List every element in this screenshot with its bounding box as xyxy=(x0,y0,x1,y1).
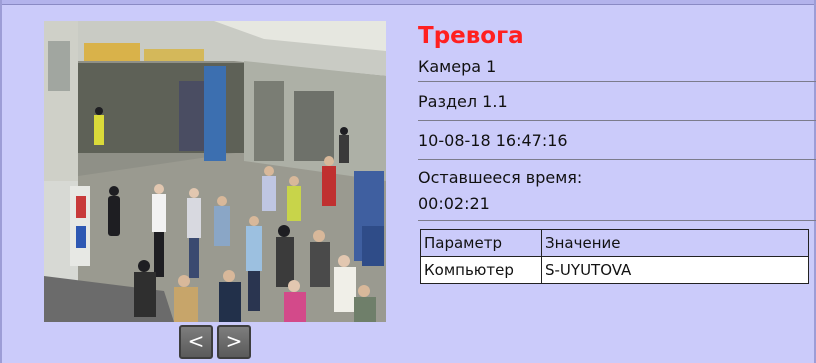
param-value-cell: S-UYUTOVA xyxy=(541,256,809,284)
parameters-table: Параметр Значение Компьютер S-UYUTOVA xyxy=(420,229,809,284)
separator xyxy=(418,159,816,160)
alarm-panel: < > Тревога Камера 1 Раздел 1.1 10-08-18… xyxy=(0,0,816,363)
previous-button[interactable]: < xyxy=(179,325,213,359)
chevron-right-icon: > xyxy=(225,329,243,353)
column-header-parameter: Параметр xyxy=(420,229,542,257)
separator xyxy=(418,81,816,82)
section-name: Раздел 1.1 xyxy=(418,92,508,111)
alarm-title: Тревога xyxy=(418,23,524,49)
separator xyxy=(418,220,816,221)
alarm-timestamp: 10-08-18 16:47:16 xyxy=(418,131,568,150)
chevron-left-icon: < xyxy=(187,329,205,353)
next-button[interactable]: > xyxy=(217,325,251,359)
remaining-time-label: Оставшееся время: xyxy=(418,168,583,187)
table-header-row: Параметр Значение xyxy=(420,229,809,257)
camera-snapshot[interactable] xyxy=(44,21,386,322)
camera-image xyxy=(44,21,386,322)
column-header-value: Значение xyxy=(541,229,809,257)
camera-name: Камера 1 xyxy=(418,57,497,76)
param-name-cell: Компьютер xyxy=(420,256,542,284)
panel-left-border xyxy=(0,0,2,363)
panel-top-border xyxy=(0,0,816,5)
remaining-time-value: 00:02:21 xyxy=(418,194,490,213)
table-row: Компьютер S-UYUTOVA xyxy=(420,256,809,284)
separator xyxy=(418,120,816,121)
